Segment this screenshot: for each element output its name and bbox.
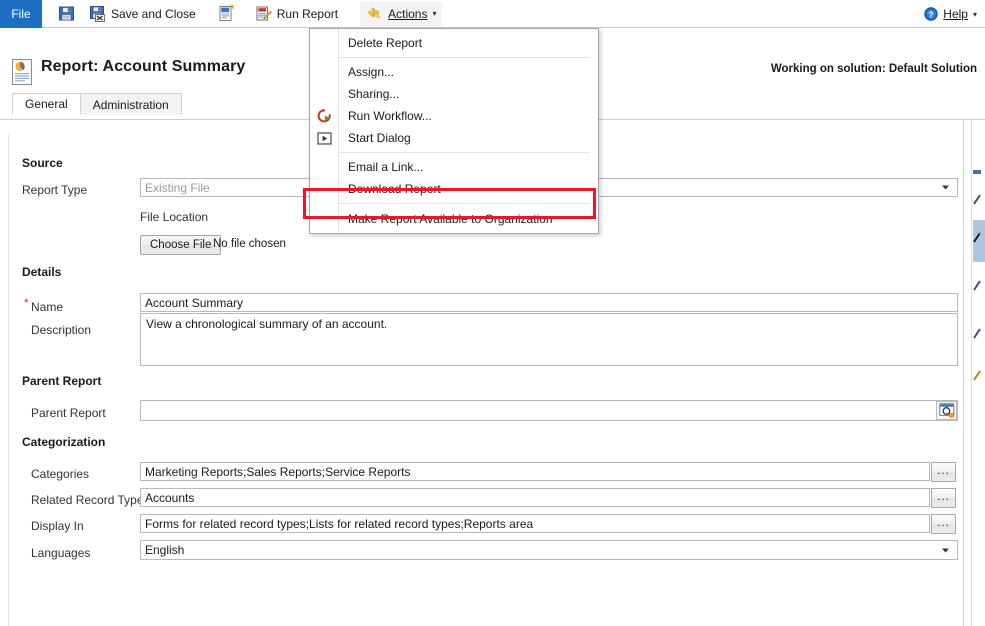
description-field[interactable] — [140, 313, 958, 366]
start-dialog-icon — [316, 130, 333, 147]
categories-ellipsis-label: ... — [937, 463, 950, 477]
menu-item-start-dialog[interactable]: Start Dialog — [310, 127, 598, 149]
svg-text:?: ? — [929, 9, 934, 19]
menu-item-email-a-link[interactable]: Email a Link... — [310, 156, 598, 178]
display-in-browse-button[interactable]: ... — [931, 514, 956, 534]
categories-browse-button[interactable]: ... — [931, 462, 956, 482]
menu-item-delete-report-label: Delete Report — [348, 36, 422, 50]
parent-report-lookup-button[interactable] — [936, 401, 957, 420]
save-and-close-button[interactable]: Save and Close — [83, 2, 202, 26]
name-field[interactable] — [140, 293, 958, 312]
menu-separator-3 — [339, 203, 590, 204]
command-bar: File — [0, 0, 985, 28]
description-label: Description — [31, 323, 91, 337]
help-chevron-down-icon: ▾ — [973, 10, 977, 19]
categories-field[interactable] — [140, 462, 930, 481]
section-title-categorization: Categorization — [22, 435, 105, 449]
tab-administration[interactable]: Administration — [80, 93, 182, 115]
run-report-icon — [255, 5, 272, 22]
run-report-button[interactable]: Run Report — [249, 2, 344, 26]
new-report-button[interactable] — [214, 2, 239, 26]
form-tabs: General Administration — [12, 93, 181, 115]
parent-report-field[interactable] — [140, 400, 958, 421]
related-record-types-label: Related Record Types — [31, 493, 150, 507]
menu-item-download-report-label: Download Report — [348, 182, 441, 196]
run-report-label: Run Report — [277, 7, 338, 21]
choose-file-label: Choose File — [150, 239, 211, 251]
solution-note: Working on solution: Default Solution — [771, 63, 977, 75]
right-side-panel — [963, 120, 985, 626]
tab-administration-label: Administration — [93, 98, 169, 112]
save-and-close-label: Save and Close — [111, 7, 196, 21]
save-icon — [58, 5, 75, 22]
tab-general[interactable]: General — [12, 93, 81, 115]
menu-item-make-report-available-to-organization-label: Make Report Available to Organization — [348, 212, 553, 226]
actions-dropdown-menu: Delete Report Assign... Sharing... Run W… — [309, 28, 599, 234]
report-editor-window: File — [0, 0, 985, 626]
menu-item-sharing-label: Sharing... — [348, 87, 399, 101]
section-title-details: Details — [22, 265, 61, 279]
run-workflow-icon — [316, 108, 333, 125]
menu-item-email-a-link-label: Email a Link... — [348, 160, 423, 174]
menu-item-delete-report[interactable]: Delete Report — [310, 32, 598, 54]
panel-marker-icon-3 — [973, 232, 985, 247]
menu-item-sharing[interactable]: Sharing... — [310, 83, 598, 105]
menu-separator-1 — [339, 57, 590, 58]
file-tab[interactable]: File — [0, 0, 42, 28]
help-icon: ? — [924, 7, 938, 21]
save-and-close-icon — [89, 5, 106, 22]
new-report-icon — [218, 5, 235, 22]
categories-label: Categories — [31, 467, 89, 481]
name-label: Name — [31, 300, 63, 314]
display-in-label: Display In — [31, 519, 84, 533]
help-label: Help — [943, 7, 968, 21]
parent-report-label: Parent Report — [31, 406, 106, 420]
section-title-parent-report: Parent Report — [22, 374, 101, 388]
panel-marker-icon-1 — [973, 170, 985, 185]
menu-item-assign-label: Assign... — [348, 65, 394, 79]
form-left-rail — [8, 134, 9, 626]
menu-item-download-report[interactable]: Download Report — [310, 178, 598, 200]
menu-item-run-workflow-label: Run Workflow... — [348, 109, 432, 123]
name-required-indicator: * — [24, 296, 29, 310]
languages-chevron-down-icon[interactable] — [939, 544, 952, 557]
panel-marker-icon-5 — [973, 328, 985, 343]
actions-button[interactable]: Actions ▾ — [360, 2, 442, 26]
lookup-icon — [939, 403, 955, 418]
chevron-down-icon: ▾ — [432, 9, 436, 18]
display-in-field[interactable] — [140, 514, 930, 533]
file-tab-label: File — [11, 7, 30, 21]
report-type-label: Report Type — [22, 183, 87, 197]
help-button[interactable]: ? Help ▾ — [924, 4, 977, 24]
display-in-ellipsis-label: ... — [937, 515, 950, 529]
file-location-label: File Location — [140, 210, 208, 224]
menu-item-run-workflow[interactable]: Run Workflow... — [310, 105, 598, 127]
save-button[interactable] — [54, 2, 79, 26]
command-bar-items: Save and Close — [54, 0, 446, 28]
menu-item-start-dialog-label: Start Dialog — [348, 131, 411, 145]
languages-select[interactable] — [140, 540, 958, 560]
languages-label: Languages — [31, 546, 90, 560]
panel-marker-icon-2 — [973, 194, 985, 209]
no-file-chosen-text: No file chosen — [213, 238, 286, 250]
menu-item-make-report-available-to-organization[interactable]: Make Report Available to Organization — [310, 207, 598, 231]
report-document-icon — [10, 58, 36, 91]
page-title: Report: Account Summary — [41, 58, 245, 76]
related-record-types-browse-button[interactable]: ... — [931, 488, 956, 508]
tab-general-label: General — [25, 97, 68, 111]
menu-separator-2 — [339, 152, 590, 153]
panel-marker-icon-4 — [973, 280, 985, 295]
actions-icon — [366, 5, 383, 22]
related-record-types-field[interactable] — [140, 488, 930, 507]
section-title-source: Source — [22, 156, 63, 170]
related-record-types-ellipsis-label: ... — [937, 489, 950, 503]
choose-file-button[interactable]: Choose File — [140, 235, 221, 255]
report-type-chevron-down-icon[interactable] — [939, 181, 952, 194]
menu-item-assign[interactable]: Assign... — [310, 61, 598, 83]
actions-label: Actions — [388, 7, 427, 21]
panel-marker-icon-6 — [973, 370, 985, 385]
